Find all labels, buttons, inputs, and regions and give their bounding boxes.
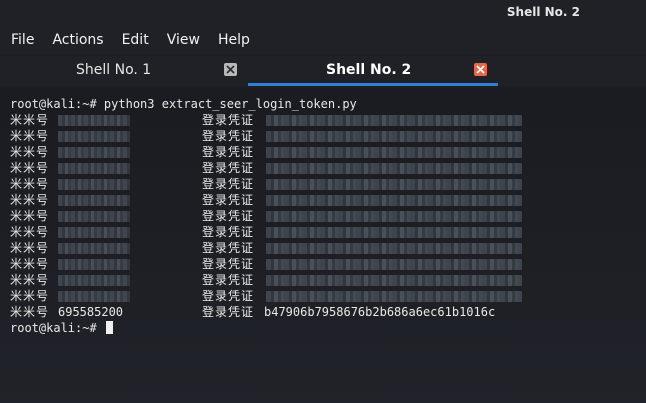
credential-label: 登录凭证	[202, 305, 255, 319]
output-row: 米米号 登录凭证	[10, 272, 630, 288]
redacted-token	[266, 227, 522, 238]
redacted-token	[266, 291, 522, 302]
redacted-token	[266, 163, 522, 174]
token-value: b47906b7958676b2b686a6ec61b1016c	[264, 305, 496, 319]
menu-bar: File Actions Edit View Help	[0, 26, 646, 54]
tab-label: Shell No. 2	[326, 62, 412, 78]
output-row: 米米号 登录凭证	[10, 176, 630, 192]
title-bar[interactable]: Shell No. 2	[0, 0, 646, 26]
prompt-text: root@kali:~#	[10, 321, 104, 335]
redacted-token	[266, 243, 522, 254]
redacted-id	[58, 243, 130, 254]
credential-label: 登录凭证	[202, 209, 255, 223]
output-row: 米米号 登录凭证	[10, 128, 630, 144]
id-label: 米米号	[10, 161, 50, 175]
output-row: 米米号 登录凭证	[10, 160, 630, 176]
menu-edit[interactable]: Edit	[115, 32, 156, 48]
text-cursor	[105, 321, 113, 334]
id-label: 米米号	[10, 193, 50, 207]
output-row: 米米号 登录凭证	[10, 224, 630, 240]
close-icon[interactable]	[474, 63, 487, 76]
redacted-token	[266, 115, 522, 126]
redacted-id	[58, 211, 130, 222]
redacted-id	[58, 147, 130, 158]
output-row: 米米号 登录凭证	[10, 256, 630, 272]
window-title: Shell No. 2	[506, 5, 580, 19]
credential-label: 登录凭证	[202, 177, 255, 191]
credential-label: 登录凭证	[202, 193, 255, 207]
credential-label: 登录凭证	[202, 129, 255, 143]
output-row: 米米号 登录凭证	[10, 208, 630, 224]
id-value: 695585200	[58, 305, 124, 319]
credential-label: 登录凭证	[202, 113, 255, 127]
redacted-token	[266, 131, 522, 142]
redacted-id	[58, 291, 130, 302]
credential-label: 登录凭证	[202, 241, 255, 255]
id-label: 米米号	[10, 177, 50, 191]
output-row: 米米号 695585200 登录凭证 b47906b7958676b2b686a6ec…	[10, 304, 630, 320]
redacted-id	[58, 195, 130, 206]
redacted-token	[266, 195, 522, 206]
output-row: 米米号 登录凭证	[10, 112, 630, 128]
credential-label: 登录凭证	[202, 145, 255, 159]
credential-label: 登录凭证	[202, 225, 255, 239]
id-label: 米米号	[10, 257, 50, 271]
redacted-id	[58, 275, 130, 286]
redacted-id	[58, 227, 130, 238]
redacted-id	[58, 163, 130, 174]
credential-label: 登录凭证	[202, 289, 255, 303]
redacted-token	[266, 259, 522, 270]
credential-label: 登录凭证	[202, 257, 255, 271]
menu-actions[interactable]: Actions	[45, 32, 110, 48]
redacted-id	[58, 131, 130, 142]
terminal-output[interactable]: root@kali:~# python3 extract_seer_login_…	[0, 88, 646, 403]
redacted-token	[266, 147, 522, 158]
terminal-window: Shell No. 2 File Actions Edit View Help …	[0, 0, 646, 403]
tab-bar: Shell No. 1 Shell No. 2	[0, 56, 646, 86]
id-label: 米米号	[10, 225, 50, 239]
redacted-token	[266, 275, 522, 286]
command-line: root@kali:~# python3 extract_seer_login_…	[10, 97, 357, 111]
redacted-token	[266, 211, 522, 222]
active-tab-indicator	[248, 83, 498, 86]
redacted-token	[266, 179, 522, 190]
redacted-id	[58, 115, 130, 126]
tab-shell-1[interactable]: Shell No. 1	[0, 56, 248, 86]
id-label: 米米号	[10, 241, 50, 255]
credential-label: 登录凭证	[202, 273, 255, 287]
prompt-line[interactable]: root@kali:~#	[10, 320, 113, 336]
id-label: 米米号	[10, 273, 50, 287]
credential-label: 登录凭证	[202, 161, 255, 175]
output-row: 米米号 登录凭证	[10, 144, 630, 160]
id-label: 米米号	[10, 305, 50, 319]
output-row: 米米号 登录凭证	[10, 192, 630, 208]
tab-label: Shell No. 1	[76, 62, 152, 78]
id-label: 米米号	[10, 145, 50, 159]
output-row: 米米号 登录凭证	[10, 240, 630, 256]
redacted-id	[58, 179, 130, 190]
output-row: 米米号 登录凭证	[10, 288, 630, 304]
menu-file[interactable]: File	[4, 32, 41, 48]
close-icon[interactable]	[224, 63, 237, 76]
id-label: 米米号	[10, 113, 50, 127]
id-label: 米米号	[10, 209, 50, 223]
id-label: 米米号	[10, 129, 50, 143]
redacted-id	[58, 259, 130, 270]
id-label: 米米号	[10, 289, 50, 303]
menu-view[interactable]: View	[160, 32, 207, 48]
tab-shell-2[interactable]: Shell No. 2	[248, 56, 498, 86]
menu-help[interactable]: Help	[211, 32, 257, 48]
